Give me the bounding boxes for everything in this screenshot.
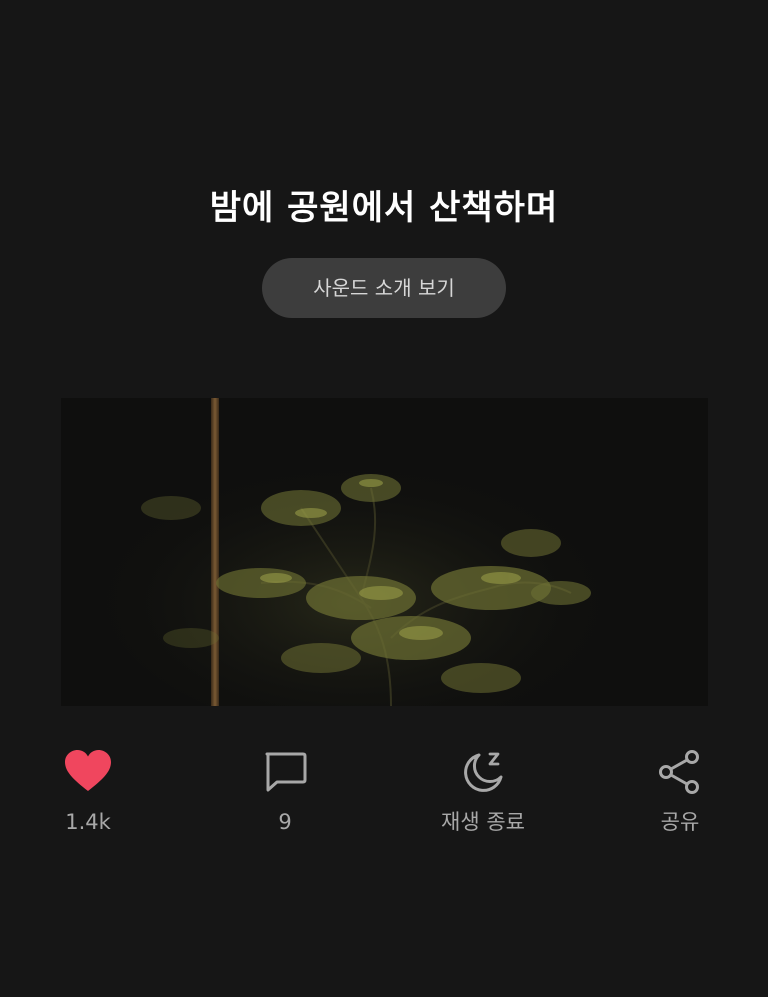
sound-title: 밤에 공원에서 산책하며 xyxy=(209,188,559,228)
share-label: 공유 xyxy=(660,810,700,834)
moon-zz-icon xyxy=(464,752,503,792)
sleep-timer-button[interactable]: 재생 종료 xyxy=(418,740,548,836)
share-icon xyxy=(659,750,699,794)
sleep-timer-label: 재생 종료 xyxy=(441,810,525,834)
like-count: 1.4k xyxy=(65,810,111,834)
sound-detail-screen: 밤에 공원에서 산책하며 사운드 소개 보기 1.4k 9 재생 종료 공유 xyxy=(0,0,768,997)
view-sound-intro-button[interactable]: 사운드 소개 보기 xyxy=(262,258,506,318)
comment-icon xyxy=(265,752,307,792)
sound-cover-image xyxy=(61,398,708,706)
comment-count: 9 xyxy=(278,810,292,834)
night-park-tree-illustration xyxy=(61,398,708,706)
share-button[interactable]: 공유 xyxy=(615,740,745,836)
like-button[interactable]: 1.4k xyxy=(23,740,153,836)
comment-button[interactable]: 9 xyxy=(220,740,350,836)
sound-action-bar: 1.4k 9 재생 종료 공유 xyxy=(0,740,768,850)
heart-icon xyxy=(65,750,111,791)
